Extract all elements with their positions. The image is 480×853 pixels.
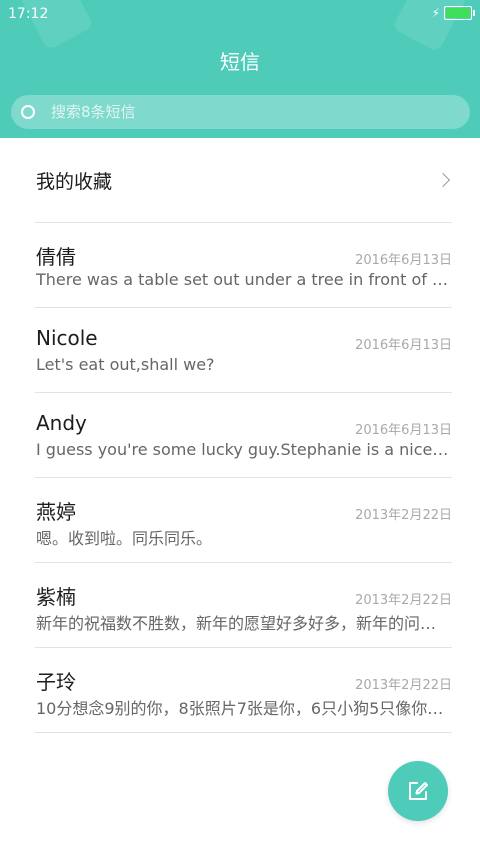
message-preview: 嗯。收到啦。同乐同乐。 (36, 529, 213, 548)
status-indicators: ⚡ (431, 6, 475, 20)
page-title: 短信 (220, 50, 260, 74)
compose-button[interactable] (388, 761, 448, 821)
search-input[interactable] (51, 103, 431, 121)
message-date: 2016年6月13日 (355, 253, 452, 268)
message-date: 2013年2月22日 (355, 593, 452, 608)
message-date: 2016年6月13日 (355, 423, 452, 438)
message-date: 2016年6月13日 (355, 338, 452, 353)
contact-name: 紫楠 (36, 585, 76, 609)
conversation-item[interactable]: Andy 2016年6月13日 I guess you're some luck… (36, 393, 452, 477)
conversation-item[interactable]: 子玲 2013年2月22日 10分想念9别的你，8张照片7张是你，6只小狗5只像… (36, 648, 452, 732)
status-time: 17:12 (8, 6, 49, 22)
message-date: 2013年2月22日 (355, 508, 452, 523)
search-icon (21, 105, 35, 119)
battery-level (446, 8, 470, 18)
message-preview: There was a table set out under a tree i… (36, 270, 452, 289)
conversation-item[interactable]: 紫楠 2013年2月22日 新年的祝福数不胜数，新年的愿望好多好多，新年的问候不… (36, 563, 452, 647)
message-date: 2013年2月22日 (355, 678, 452, 693)
compose-icon (409, 782, 428, 800)
message-preview: Let's eat out,shall we? (36, 355, 215, 374)
message-preview: 10分想念9别的你，8张照片7张是你，6只小狗5只像你，4季 (36, 699, 452, 718)
conversation-item[interactable]: 倩倩 2016年6月13日 There was a table set out … (36, 223, 452, 307)
conversation-item[interactable]: Nicole 2016年6月13日 Let's eat out,shall we… (36, 308, 452, 392)
contact-name: Nicole (36, 326, 98, 350)
contact-name: 倩倩 (36, 245, 76, 269)
charging-icon: ⚡ (431, 6, 440, 20)
divider (35, 732, 452, 733)
favorites-label: 我的收藏 (36, 170, 113, 193)
conversation-item[interactable]: 燕婷 2013年2月22日 嗯。收到啦。同乐同乐。 (36, 478, 452, 562)
contact-name: 子玲 (36, 670, 76, 694)
contact-name: Andy (36, 411, 87, 435)
search-bar[interactable] (11, 95, 470, 129)
message-preview: I guess you're some lucky guy.Stephanie … (36, 440, 452, 459)
message-preview: 新年的祝福数不胜数，新年的愿望好多好多，新年的问候不停不歇 (36, 614, 452, 633)
conversation-list: 倩倩 2016年6月13日 There was a table set out … (0, 222, 480, 733)
chevron-right-icon (435, 172, 451, 188)
battery-icon (444, 6, 475, 20)
contact-name: 燕婷 (36, 500, 76, 524)
app-header: 17:12 ⚡ 短信 (0, 0, 480, 138)
favorites-row[interactable]: 我的收藏 (36, 138, 452, 222)
